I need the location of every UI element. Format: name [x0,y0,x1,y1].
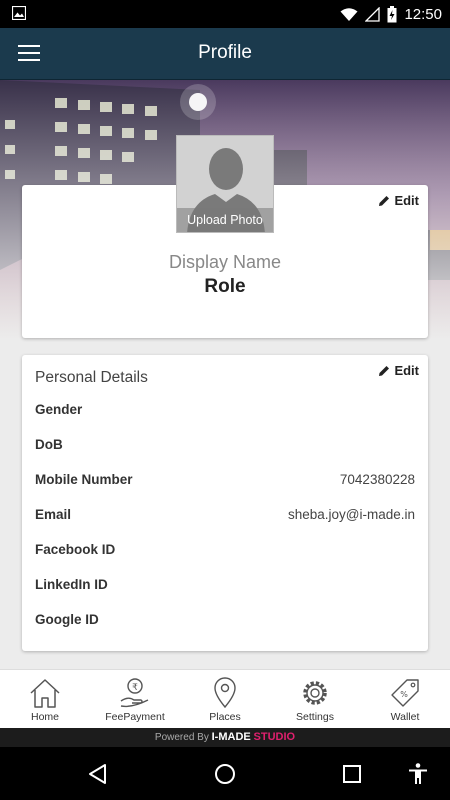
detail-label: Facebook ID [35,541,116,557]
nav-item-fee-payment[interactable]: ₹ FeePayment [90,670,180,728]
app-bar: Profile [0,28,450,80]
upload-photo-label: Upload Photo [177,208,273,232]
battery-icon [387,5,397,22]
upload-photo-button[interactable]: Upload Photo [176,135,274,233]
home-icon [30,679,60,708]
status-time: 12:50 [404,5,442,23]
detail-row-google: Google ID [35,609,415,629]
brand-studio: STUDIO [253,731,296,743]
detail-row-facebook: Facebook ID [35,539,415,559]
nav-item-wallet[interactable]: % Wallet [360,670,450,728]
detail-value: sheba.joy@i-made.in [287,506,415,522]
svg-text:%: % [400,690,408,699]
powered-by-footer: Powered By I-MADE STUDIO [0,728,450,747]
detail-row-linkedin: LinkedIn ID [35,574,415,594]
role: Role [204,276,246,297]
wallet-tag-icon: % [391,679,419,707]
detail-label: Gender [35,401,83,417]
nav-label: Wallet [390,711,420,723]
nav-item-places[interactable]: Places [180,670,270,728]
gear-icon [303,681,327,705]
detail-label: Mobile Number [35,471,133,487]
profile-edit-button[interactable]: Edit [378,193,419,208]
details-edit-label: Edit [394,363,419,378]
nav-label: Places [209,711,241,723]
nav-item-settings[interactable]: Settings [270,670,360,728]
nav-label: Settings [296,711,334,723]
system-navigation-bar [0,747,450,800]
pencil-icon [379,365,390,376]
detail-value: 7042380228 [339,471,415,487]
brand-name: I-MADE [211,731,251,743]
home-circle-icon[interactable] [213,762,237,786]
wifi-icon [340,7,358,21]
back-icon[interactable] [86,762,110,786]
detail-label: DoB [35,436,63,452]
profile-edit-label: Edit [394,193,419,208]
details-edit-button[interactable]: Edit [378,363,419,378]
personal-details-card: Personal Details Edit Gender DoB Mobile … [22,355,428,651]
detail-row-dob: DoB [35,434,415,454]
nav-label: Home [30,711,59,723]
signal-icon [365,6,381,22]
detail-row-email: Email sheba.joy@i-made.in [35,504,415,524]
location-pin-icon [214,677,236,709]
accessibility-icon[interactable] [406,762,430,786]
display-name: Display Name [168,252,282,272]
page-title: Profile [198,42,252,63]
image-notification-icon [12,6,26,20]
fee-payment-icon: ₹ [120,678,149,708]
bottom-navigation: Home ₹ FeePayment Places Settings % Wall… [0,669,450,728]
detail-row-gender: Gender [35,399,415,419]
svg-text:₹: ₹ [132,683,138,693]
pencil-icon [379,195,390,206]
nav-label: FeePayment [105,711,165,723]
detail-label: Email [35,506,72,522]
personal-details-title: Personal Details [35,369,148,386]
recents-icon[interactable] [340,762,364,786]
powered-by-text: Powered By [154,732,209,743]
detail-label: LinkedIn ID [35,576,108,592]
detail-row-mobile: Mobile Number 7042380228 [35,469,415,489]
status-bar: 12:50 [0,0,450,28]
nav-item-home[interactable]: Home [0,670,90,728]
detail-label: Google ID [35,611,99,627]
